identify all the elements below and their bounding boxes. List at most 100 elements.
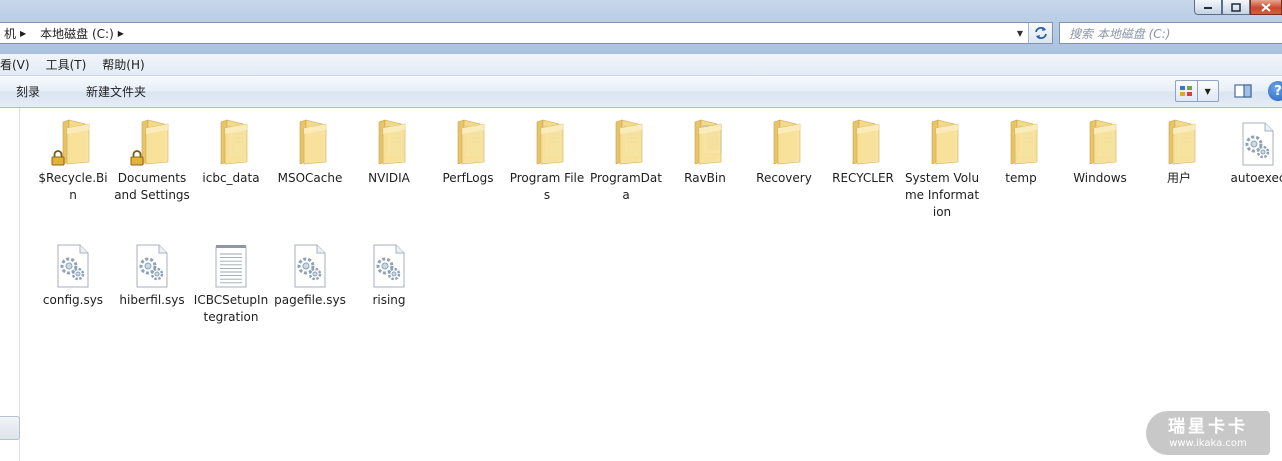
- file-item-label: RavBin: [684, 171, 726, 185]
- file-item[interactable]: Recovery: [746, 116, 822, 187]
- file-item-label: Documents and Settings: [114, 171, 190, 202]
- close-button[interactable]: [1250, 0, 1282, 15]
- file-item-icon: [207, 238, 255, 288]
- file-item-icon: [128, 238, 176, 288]
- breadcrumb-arrow-icon[interactable]: ▶: [16, 29, 32, 38]
- navigation-pane-scrollbar[interactable]: [0, 416, 20, 440]
- file-item-icon: [49, 116, 97, 166]
- file-item-label: rising: [372, 293, 406, 307]
- file-item[interactable]: temp: [983, 116, 1059, 187]
- file-item-icon: [839, 116, 887, 166]
- system-file-icon: [373, 244, 405, 288]
- file-item[interactable]: Program Files: [509, 116, 585, 204]
- burn-button[interactable]: 刻录: [8, 80, 48, 104]
- system-file-icon: [136, 244, 168, 288]
- file-item[interactable]: autoexec: [1220, 116, 1282, 187]
- folder-icon: [220, 119, 248, 165]
- folder-icon: [773, 119, 801, 165]
- file-item-icon: [997, 116, 1045, 166]
- menu-help[interactable]: 帮助(H): [94, 54, 152, 75]
- refresh-icon: [1034, 27, 1047, 39]
- file-item-label: ProgramData: [590, 171, 662, 202]
- watermark-brand: 瑞星卡卡: [1168, 416, 1248, 437]
- file-item-label: PerfLogs: [442, 171, 494, 185]
- watermark-logo: 瑞星卡卡 www.ikaka.com: [1146, 411, 1270, 455]
- file-item-label: config.sys: [42, 293, 104, 307]
- file-item[interactable]: PerfLogs: [430, 116, 506, 187]
- file-item-label: Program Files: [509, 171, 585, 202]
- breadcrumb-label: 本地磁盘 (C:): [40, 26, 114, 41]
- view-dropdown-icon[interactable]: ▼: [1196, 81, 1219, 101]
- search-input[interactable]: 搜索 本地磁盘 (C:): [1059, 22, 1282, 44]
- view-icon[interactable]: [1176, 81, 1197, 101]
- address-dropdown-icon[interactable]: ▼: [1012, 23, 1028, 43]
- file-item[interactable]: RavBin: [667, 116, 743, 187]
- file-item[interactable]: 用户: [1141, 116, 1217, 187]
- file-item-icon: [602, 116, 650, 166]
- file-item-label: System Volume Information: [904, 171, 980, 219]
- file-item-icon: [523, 116, 571, 166]
- file-item[interactable]: ICBCSetupIntegration: [193, 238, 269, 326]
- new-folder-button[interactable]: 新建文件夹: [78, 80, 154, 104]
- search-placeholder: 搜索 本地磁盘 (C:): [1069, 26, 1171, 41]
- navigation-pane[interactable]: [0, 108, 20, 461]
- folder-icon: [1168, 119, 1196, 165]
- file-item-icon: [760, 116, 808, 166]
- text-file-icon: [215, 245, 247, 288]
- refresh-button[interactable]: [1028, 23, 1052, 43]
- file-item[interactable]: icbc_data: [193, 116, 269, 187]
- maximize-icon: [1231, 2, 1241, 12]
- file-item[interactable]: MSOCache: [272, 116, 348, 187]
- file-item-icon: [444, 116, 492, 166]
- file-item[interactable]: RECYCLER: [825, 116, 901, 187]
- breadcrumb-drive-c[interactable]: 本地磁盘 (C:) ▶: [36, 23, 134, 43]
- file-item[interactable]: config.sys: [35, 238, 111, 309]
- system-file-icon: [1242, 122, 1274, 166]
- file-item-label: Recovery: [756, 171, 812, 185]
- file-item-label: ICBCSetupIntegration: [193, 293, 269, 324]
- breadcrumb-arrow-icon[interactable]: ▶: [114, 29, 130, 38]
- menu-view[interactable]: 看(V): [0, 54, 38, 75]
- file-item-icon: [681, 116, 729, 166]
- file-item-icon: [128, 116, 176, 166]
- file-item-label: NVIDIA: [368, 171, 410, 185]
- file-item[interactable]: $Recycle.Bin: [35, 116, 111, 204]
- folder-icon: [931, 119, 959, 165]
- file-item-label: MSOCache: [277, 171, 343, 185]
- help-icon[interactable]: ?: [1268, 81, 1282, 101]
- file-item[interactable]: rising: [351, 238, 427, 309]
- close-icon: [1261, 2, 1271, 12]
- maximize-button[interactable]: [1222, 0, 1250, 15]
- breadcrumb-computer[interactable]: 机 ▶: [0, 23, 36, 43]
- file-item[interactable]: pagefile.sys: [272, 238, 348, 309]
- file-item[interactable]: Windows: [1062, 116, 1138, 187]
- file-item[interactable]: NVIDIA: [351, 116, 427, 187]
- preview-pane-button[interactable]: [1234, 83, 1252, 99]
- file-list[interactable]: $Recycle.Bin Documents and Settings icbc_d…: [21, 108, 1282, 461]
- minimize-icon: [1204, 7, 1212, 9]
- change-view-button[interactable]: ▼: [1175, 80, 1219, 102]
- file-item[interactable]: ProgramData: [588, 116, 664, 204]
- file-item-icon: [286, 116, 334, 166]
- command-bar: 刻录 新建文件夹 ▼ ?: [0, 76, 1282, 108]
- file-item-label: temp: [1005, 171, 1037, 185]
- file-item-label: $Recycle.Bin: [38, 171, 108, 202]
- system-file-icon: [294, 244, 326, 288]
- menu-tools[interactable]: 工具(T): [38, 54, 95, 75]
- file-item-icon: [49, 238, 97, 288]
- system-file-icon: [57, 244, 89, 288]
- folder-icon: [694, 119, 722, 165]
- folder-icon: [299, 119, 327, 165]
- file-item[interactable]: hiberfil.sys: [114, 238, 190, 309]
- breadcrumb-label: 机: [4, 26, 17, 41]
- file-item-label: RECYCLER: [832, 171, 894, 185]
- file-item-label: hiberfil.sys: [119, 293, 185, 307]
- window-controls: [1194, 0, 1282, 16]
- minimize-button[interactable]: [1194, 0, 1222, 15]
- file-item-icon: [1076, 116, 1124, 166]
- file-item-label: 用户: [1166, 171, 1191, 185]
- folder-icon: [615, 119, 643, 165]
- address-bar[interactable]: 机 ▶ 本地磁盘 (C:) ▶ ▼: [0, 22, 1053, 44]
- file-item[interactable]: System Volume Information: [904, 116, 980, 221]
- file-item[interactable]: Documents and Settings: [114, 116, 190, 204]
